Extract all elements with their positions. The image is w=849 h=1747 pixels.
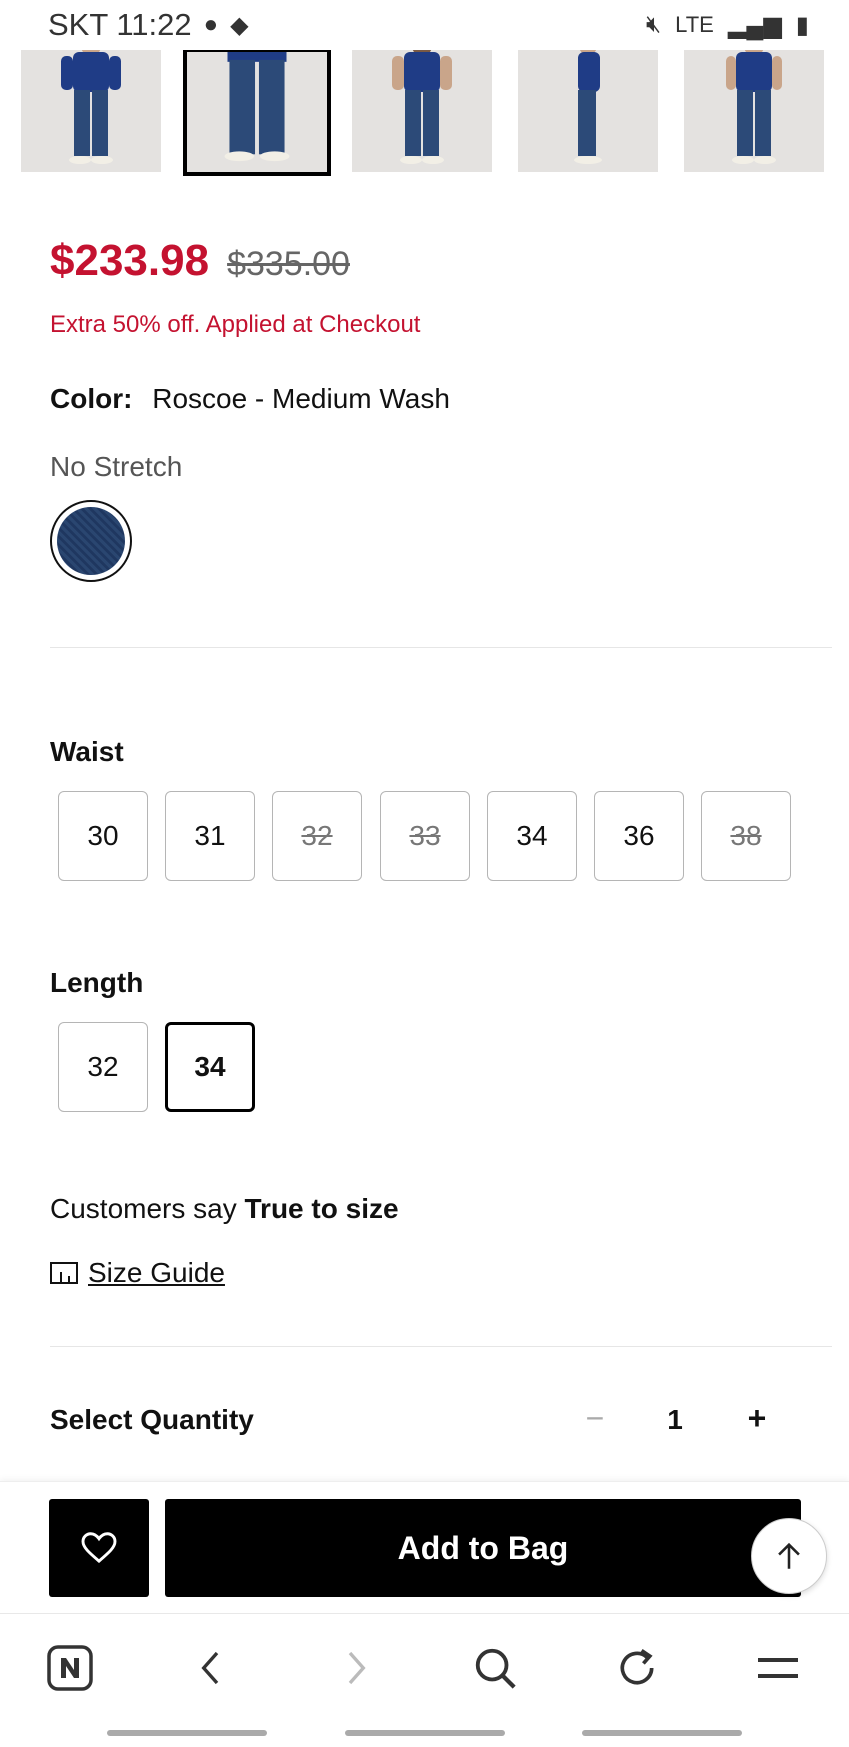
original-price: $335.00 (227, 245, 350, 283)
arrow-up-icon (778, 1542, 800, 1569)
promo-text: Extra 50% off. Applied at Checkout (50, 311, 421, 338)
product-thumbnail-front-2[interactable] (684, 50, 824, 172)
hamburger-menu-icon (758, 1658, 798, 1678)
size-guide-link[interactable]: Size Guide (50, 1257, 225, 1289)
waist-option-30[interactable]: 30 (58, 791, 148, 881)
chat-bubble-icon: ◆ (230, 11, 249, 39)
stretch-label: No Stretch (50, 451, 183, 482)
product-thumbnail-back[interactable] (352, 50, 492, 172)
browser-refresh-button[interactable] (607, 1638, 667, 1698)
status-right: 🔇︎ LTE ▂▄▆ ▮ (646, 11, 809, 40)
network-label: LTE (675, 12, 714, 37)
waist-option-38-unavailable[interactable]: 38 (701, 791, 791, 881)
wishlist-button[interactable] (49, 1499, 149, 1597)
status-left: SKT 11:22 ● ◆ (48, 7, 249, 43)
denim-swatch-image (57, 507, 125, 575)
fit-prefix: Customers say (50, 1193, 237, 1224)
status-bar: SKT 11:22 ● ◆ 🔇︎ LTE ▂▄▆ ▮ (0, 0, 849, 50)
model-side-image (518, 50, 658, 172)
naver-n-icon (47, 1645, 93, 1691)
browser-menu-button[interactable] (748, 1638, 808, 1698)
chevron-left-icon (201, 1651, 219, 1685)
add-to-bag-button[interactable]: Add to Bag (165, 1499, 801, 1597)
size-guide-label: Size Guide (88, 1257, 225, 1288)
waist-option-31[interactable]: 31 (165, 791, 255, 881)
carrier-time: SKT 11:22 (48, 7, 192, 42)
gesture-pill-left (107, 1730, 267, 1736)
browser-back-button[interactable] (182, 1638, 242, 1698)
sale-price: $233.98 (50, 236, 210, 285)
length-option-32[interactable]: 32 (58, 1022, 148, 1112)
heart-icon (81, 1532, 117, 1564)
divider (50, 1346, 832, 1347)
product-thumbnail-side[interactable] (518, 50, 658, 172)
divider (50, 647, 832, 648)
notification-icon: ● (203, 11, 219, 38)
waist-option-32-unavailable[interactable]: 32 (272, 791, 362, 881)
quantity-decrease-button[interactable]: − (580, 1400, 610, 1440)
waist-option-33-unavailable[interactable]: 33 (380, 791, 470, 881)
signal-icon: ▂▄▆ (727, 11, 782, 39)
browser-forward-button[interactable] (325, 1638, 385, 1698)
product-thumbnail-strip (0, 48, 849, 178)
waist-option-36[interactable]: 36 (594, 791, 684, 881)
gesture-pill-right (582, 1730, 742, 1736)
search-icon (475, 1648, 516, 1689)
product-thumbnail-closeup-selected[interactable] (183, 48, 331, 176)
color-row: Color: Roscoe - Medium Wash (50, 383, 450, 415)
ruler-icon (50, 1262, 78, 1284)
price-row: $233.98 $335.00 (50, 236, 350, 286)
fit-summary: Customers say True to size (50, 1193, 399, 1225)
model-front-image (21, 50, 161, 172)
quantity-label: Select Quantity (50, 1404, 254, 1435)
fit-value: True to size (244, 1193, 399, 1224)
color-label: Color: (50, 383, 133, 414)
browser-toolbar (0, 1613, 849, 1747)
color-value: Roscoe - Medium Wash (152, 383, 450, 414)
model-back-image (352, 50, 492, 172)
browser-search-button[interactable] (465, 1638, 525, 1698)
add-to-bag-bar: Add to Bag (0, 1481, 849, 1613)
scroll-to-top-button[interactable] (751, 1518, 827, 1594)
chevron-right-icon (348, 1651, 366, 1685)
model-front-2-image (684, 50, 824, 172)
length-option-34-selected[interactable]: 34 (165, 1022, 255, 1112)
browser-home-button[interactable] (40, 1638, 100, 1698)
battery-icon: ▮ (795, 11, 809, 39)
waist-title: Waist (50, 736, 124, 767)
model-closeup-image (188, 52, 326, 172)
mute-icon: 🔇︎ (646, 11, 662, 38)
quantity-increase-button[interactable]: + (742, 1400, 772, 1440)
length-title: Length (50, 967, 144, 998)
color-swatch-selected[interactable] (50, 500, 132, 582)
waist-option-34[interactable]: 34 (487, 791, 577, 881)
refresh-icon (620, 1649, 654, 1685)
gesture-pill-center (345, 1730, 505, 1736)
product-thumbnail-front[interactable] (21, 50, 161, 172)
quantity-value: 1 (667, 1404, 683, 1435)
